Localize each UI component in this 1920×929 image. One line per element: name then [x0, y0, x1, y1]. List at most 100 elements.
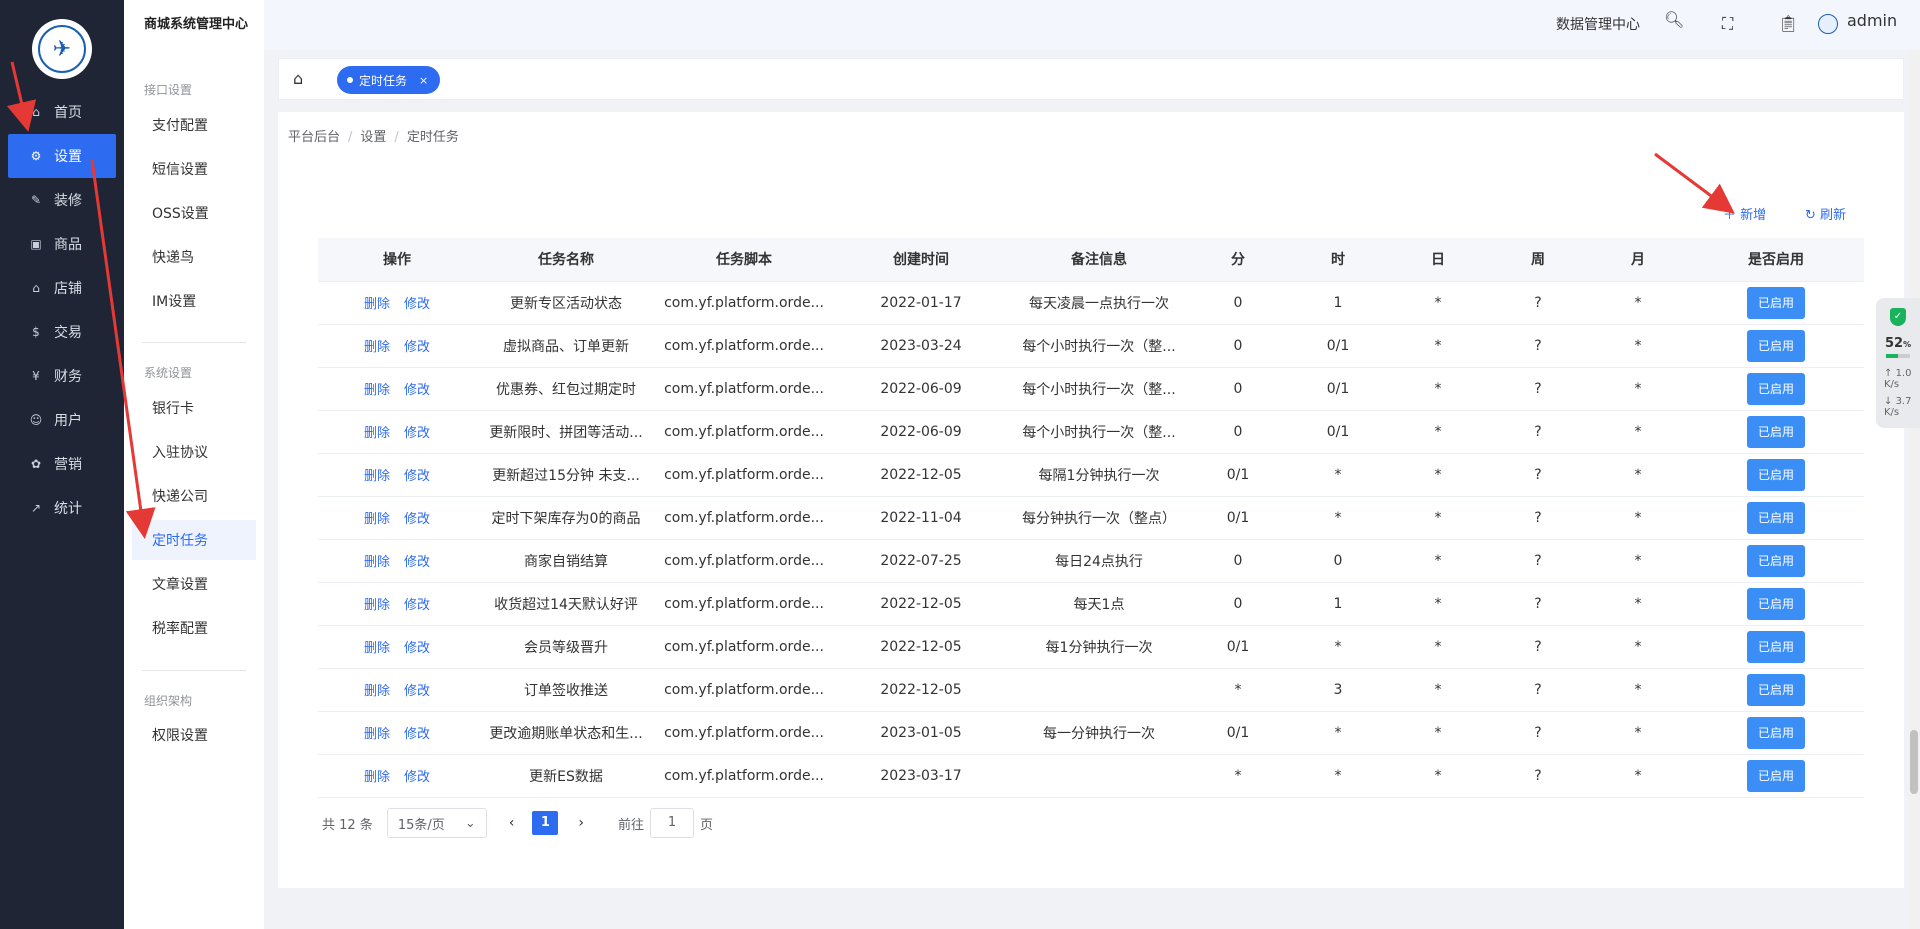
main-menu: ⌂ 首页 ⚙ 设置 ✎ 装修 ▣ 商品 ⌂ 店铺 $ 交易 ¥ 财务 ☺ 用户 ✿ 营销 ↗ 统计: [0, 90, 124, 530]
subnav-item[interactable]: 文章设置: [132, 564, 256, 604]
status-toggle-button[interactable]: 已启用: [1747, 458, 1805, 491]
next-page-icon[interactable]: ›: [578, 815, 584, 831]
sidebar-item-0[interactable]: ⌂ 首页: [0, 90, 124, 134]
subnav-item[interactable]: 银行卡: [132, 388, 256, 428]
delete-button[interactable]: 删除: [364, 383, 390, 398]
subnav-item[interactable]: 定时任务: [132, 520, 256, 560]
status-toggle-button[interactable]: 已启用: [1747, 501, 1805, 534]
delete-button[interactable]: 删除: [364, 426, 390, 441]
subnav-item[interactable]: 快递公司: [132, 476, 256, 516]
status-toggle-button[interactable]: 已启用: [1747, 372, 1805, 405]
delete-button[interactable]: 删除: [364, 555, 390, 570]
edit-button[interactable]: 修改: [404, 641, 430, 656]
sidebar-item-2[interactable]: ✎ 装修: [0, 178, 124, 222]
status-toggle-button[interactable]: 已启用: [1747, 286, 1805, 319]
status-toggle-button[interactable]: 已启用: [1747, 587, 1805, 620]
sidebar-item-5[interactable]: $ 交易: [0, 310, 124, 354]
sidebar-item-3[interactable]: ▣ 商品: [0, 222, 124, 266]
cell-min: 0/1: [1188, 453, 1288, 497]
status-toggle-button[interactable]: 已启用: [1747, 630, 1805, 663]
cell-day: *: [1388, 281, 1488, 325]
edit-button[interactable]: 修改: [404, 297, 430, 312]
status-toggle-button[interactable]: 已启用: [1747, 329, 1805, 362]
edit-button[interactable]: 修改: [404, 684, 430, 699]
breadcrumb-item[interactable]: 平台后台: [288, 130, 340, 145]
page-size-select[interactable]: 15条/页 ⌄: [386, 808, 487, 838]
status-toggle-button[interactable]: 已启用: [1747, 415, 1805, 448]
cell-min: 0/1: [1188, 625, 1288, 669]
edit-button[interactable]: 修改: [404, 770, 430, 785]
sidebar-item-label: 设置: [54, 149, 82, 165]
edit-button[interactable]: 修改: [404, 340, 430, 355]
avatar[interactable]: [1818, 14, 1838, 34]
breadcrumb-item[interactable]: 设置: [360, 130, 386, 145]
cell-day: *: [1388, 711, 1488, 755]
network-monitor-widget[interactable]: ✓ 52% ↑ 1.0 K/s ↓ 3.7 K/s: [1876, 298, 1920, 428]
subnav-item[interactable]: 短信设置: [132, 149, 256, 189]
delete-button[interactable]: 删除: [364, 598, 390, 613]
refresh-button[interactable]: ↻ 刷新: [1805, 204, 1846, 223]
page-number-current[interactable]: 1: [532, 811, 559, 835]
edit-button[interactable]: 修改: [404, 469, 430, 484]
close-icon[interactable]: ×: [419, 74, 428, 87]
edit-button[interactable]: 修改: [404, 598, 430, 613]
cell-script: com.yf.platform.orde...: [656, 754, 832, 798]
sidebar-item-7[interactable]: ☺ 用户: [0, 398, 124, 442]
table-row: 删除 修改 定时下架库存为0的商品 com.yf.platform.orde... 20…: [318, 496, 1864, 540]
edit-button[interactable]: 修改: [404, 555, 430, 570]
table-row: 删除 修改 优惠券、红包过期定时 com.yf.platform.orde... 202…: [318, 367, 1864, 411]
edit-button[interactable]: 修改: [404, 727, 430, 742]
fullscreen-icon[interactable]: ⛶: [1722, 14, 1733, 34]
edit-button[interactable]: 修改: [404, 383, 430, 398]
delete-button[interactable]: 删除: [364, 340, 390, 355]
subnav-item[interactable]: OSS设置: [132, 193, 256, 233]
row-actions: 删除 修改: [318, 410, 476, 454]
notification-icon[interactable]: 📋︎: [1778, 14, 1798, 33]
data-center-link[interactable]: 数据管理中心: [1556, 14, 1640, 34]
sidebar-item-8[interactable]: ✿ 营销: [0, 442, 124, 486]
delete-button[interactable]: 删除: [364, 469, 390, 484]
cell-week: ?: [1488, 453, 1588, 497]
add-button[interactable]: ＋ 新增: [1723, 204, 1766, 223]
search-icon[interactable]: 🔍︎: [1664, 10, 1684, 29]
subnav-item[interactable]: 支付配置: [132, 105, 256, 145]
status-toggle-button[interactable]: 已启用: [1747, 673, 1805, 706]
status-toggle-button[interactable]: 已启用: [1747, 544, 1805, 577]
home-icon: ⌂: [32, 105, 40, 119]
cell-month: *: [1588, 324, 1688, 368]
delete-button[interactable]: 删除: [364, 727, 390, 742]
page-scrollbar[interactable]: [1908, 50, 1920, 929]
cell-script: com.yf.platform.orde...: [656, 324, 832, 368]
cell-status: 已启用: [1688, 668, 1864, 712]
subnav-item[interactable]: IM设置: [132, 281, 256, 321]
user-name[interactable]: admin: [1847, 11, 1897, 30]
sidebar-item-label: 交易: [54, 325, 82, 341]
usage-bar: [1886, 354, 1910, 358]
tab-scheduled-tasks[interactable]: 定时任务 ×: [337, 66, 441, 94]
sidebar-item-4[interactable]: ⌂ 店铺: [0, 266, 124, 310]
goto-page-input[interactable]: 1: [650, 808, 695, 838]
cell-week: ?: [1488, 625, 1588, 669]
delete-button[interactable]: 删除: [364, 297, 390, 312]
cell-created: 2022-12-05: [832, 625, 1010, 669]
subnav-item[interactable]: 权限设置: [132, 715, 256, 755]
subnav-item[interactable]: 税率配置: [132, 608, 256, 648]
subnav-item[interactable]: 快递鸟: [132, 237, 256, 277]
status-toggle-button[interactable]: 已启用: [1747, 716, 1805, 749]
edit-button[interactable]: 修改: [404, 512, 430, 527]
delete-button[interactable]: 删除: [364, 641, 390, 656]
subnav-item[interactable]: 入驻协议: [132, 432, 256, 472]
sidebar-item-1[interactable]: ⚙ 设置: [8, 134, 116, 178]
sidebar-item-9[interactable]: ↗ 统计: [0, 486, 124, 530]
sidebar-item-6[interactable]: ¥ 财务: [0, 354, 124, 398]
home-tab-icon[interactable]: ⌂: [293, 69, 303, 88]
prev-page-icon[interactable]: ‹: [509, 815, 515, 831]
edit-button[interactable]: 修改: [404, 426, 430, 441]
delete-button[interactable]: 删除: [364, 770, 390, 785]
cell-note: [1010, 754, 1188, 798]
sidebar-item-label: 营销: [54, 457, 82, 473]
status-toggle-button[interactable]: 已启用: [1747, 759, 1805, 792]
scroll-thumb[interactable]: [1910, 730, 1918, 794]
delete-button[interactable]: 删除: [364, 684, 390, 699]
delete-button[interactable]: 删除: [364, 512, 390, 527]
